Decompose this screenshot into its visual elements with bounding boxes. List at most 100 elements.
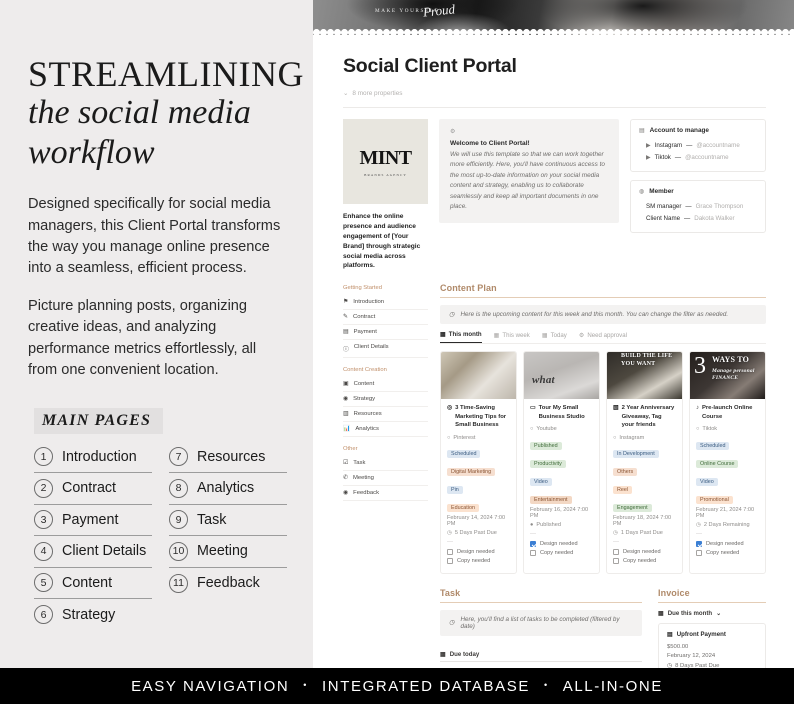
platform-label: Pinterest <box>453 434 476 441</box>
page-item-content[interactable]: 5 Content <box>34 568 152 600</box>
content-card-platform: ○ Youtube <box>530 425 593 434</box>
content-card-thumbnail: BUILD THE LIFE YOU WANT <box>607 352 682 400</box>
member-row-client[interactable]: Client Name — Dakota Walker <box>639 212 757 224</box>
page-item-label: Content <box>62 574 113 591</box>
tab-today[interactable]: ▦ Today <box>542 331 567 343</box>
content-card[interactable]: 3 WAYS TO Manage personal FINANCE ♪ Pre-… <box>689 351 766 574</box>
footer-bar: EASY NAVIGATION • INTEGRATED DATABASE • … <box>0 668 794 704</box>
sidebar-item-contract[interactable]: ✎ Contract <box>343 310 428 326</box>
member-name: Dakota Walker <box>694 214 735 222</box>
member-card: ◍ Member SM manager — Grace Thompson Cli… <box>630 180 766 233</box>
invoice-section: Invoice ▦ Due this month ⌄ ▤ Upfront Pay… <box>658 588 766 668</box>
more-properties-toggle[interactable]: ⌄ 8 more properties <box>343 89 766 98</box>
content-card[interactable]: ◎ 3 Time-Saving Marketing Tips for Small… <box>440 351 517 574</box>
sidebar-item-label: Feedback <box>353 490 380 497</box>
page-number-badge: 8 <box>169 478 188 498</box>
accounts-card: ▤ Account to manage ▶ Instagram — @accou… <box>630 119 766 172</box>
sidebar-item-label: Meeting <box>352 475 374 482</box>
tab-need-approval[interactable]: ⚙ Need approval <box>579 331 627 343</box>
account-name: Instagram <box>654 141 683 149</box>
cover-banner: MAKE YOURSELF Proud <box>313 0 794 35</box>
invoice-filter[interactable]: ▦ Due this month ⌄ <box>658 610 766 617</box>
sidebar-item-label: Task <box>353 460 366 467</box>
card-icon: ▤ <box>343 329 349 336</box>
checkbox-design-needed[interactable]: Design needed <box>447 547 510 556</box>
account-name: Tiktok <box>654 153 671 161</box>
content-plan-callout: ◷ Here is the upcoming content for this … <box>440 305 766 325</box>
content-card-date: February 21, 2024 7:00 PM <box>696 507 755 520</box>
checkbox-label: Copy needed <box>540 550 574 556</box>
page-item-strategy[interactable]: 6 Strategy <box>34 599 152 631</box>
sidebar-item-analytics[interactable]: 📊 Analytics <box>343 422 428 438</box>
person-icon: ◍ <box>639 189 645 195</box>
sidebar-group-label-content-creation: Content Creation <box>343 367 387 374</box>
invoice-card[interactable]: ▤ Upfront Payment $500.00 February 12, 2… <box>658 622 766 668</box>
brand-subtext: BRANDS AGENCY <box>364 172 407 177</box>
headline-caps: STREAMLINING <box>28 54 304 94</box>
tag-badge: Others <box>613 467 638 476</box>
account-row-instagram[interactable]: ▶ Instagram — @accountname <box>639 139 757 151</box>
book-icon: ▥ <box>343 411 349 418</box>
content-card-thumbnail: 3 WAYS TO Manage personal FINANCE <box>690 352 765 400</box>
page-number-badge: 7 <box>169 447 188 467</box>
task-callout: ◷ Here, you'll find a list of tasks to b… <box>440 609 642 636</box>
checkbox-label: Copy needed <box>706 550 740 556</box>
page-number-badge: 10 <box>169 541 188 561</box>
page-item-payment[interactable]: 3 Payment <box>34 505 152 537</box>
brand-wordmark: MINT <box>359 146 412 169</box>
sidebar-item-resources[interactable]: ▥ Resources <box>343 407 428 423</box>
content-card-body: ♪ Pre-launch Online Course ○ Tiktok Sche… <box>690 399 765 564</box>
brand-caption: Enhance the online presence and audience… <box>343 213 421 270</box>
member-row-manager[interactable]: SM manager — Grace Thompson <box>639 200 757 212</box>
invoice-due: ◷ 8 Days Past Due <box>667 661 757 668</box>
clock-icon: ◷ <box>613 530 618 537</box>
sidebar-item-introduction[interactable]: ⚑ Introduction <box>343 295 428 311</box>
due-label: 2 Days Remaining <box>703 521 750 528</box>
platform-label: Youtube <box>536 426 557 433</box>
page-item-analytics[interactable]: 8 Analytics <box>169 473 287 505</box>
content-plan-tabs: ▦ This month ▦ This week ▦ Today ⚙ Need … <box>440 331 766 345</box>
calendar-icon: ▦ <box>658 609 664 617</box>
content-card-body: ◎ 3 Time-Saving Marketing Tips for Small… <box>441 399 516 573</box>
checkbox-copy-needed[interactable]: Copy needed <box>613 557 676 566</box>
sidebar-group-label-other: Other <box>343 446 358 453</box>
clock-icon: ◷ <box>449 619 455 627</box>
sidebar-item-strategy[interactable]: ◉ Strategy <box>343 392 428 408</box>
content-card[interactable]: what ▭ Tour My Small Business Studio ○ Y… <box>523 351 600 574</box>
page-item-meeting[interactable]: 10 Meeting <box>169 536 287 568</box>
sidebar-item-meeting[interactable]: ✆ Meeting <box>343 471 428 487</box>
page-number-badge: 9 <box>169 510 188 530</box>
page-item-feedback[interactable]: 11 Feedback <box>169 568 287 600</box>
checkbox-copy-needed[interactable]: Copy needed <box>447 557 510 566</box>
checkbox-copy-needed[interactable]: Copy needed <box>696 548 759 557</box>
page-item-contract[interactable]: 2 Contract <box>34 473 152 505</box>
checkbox-design-needed[interactable]: Design needed <box>696 539 759 548</box>
tab-this-week[interactable]: ▦ This week <box>494 331 530 343</box>
page-item-resources[interactable]: 7 Resources <box>169 442 287 474</box>
sidebar-item-feedback[interactable]: ◉ Feedback <box>343 486 428 502</box>
status-badge: Scheduled <box>696 441 730 450</box>
sidebar-item-content[interactable]: ▣ Content <box>343 377 428 393</box>
sidebar-item-payment[interactable]: ▤ Payment <box>343 325 428 341</box>
content-card[interactable]: BUILD THE LIFE YOU WANT ▧ 2 Year Anniver… <box>606 351 683 574</box>
section-heading-task: Task <box>440 587 461 598</box>
checkbox-copy-needed[interactable]: Copy needed <box>530 548 593 557</box>
page-item-client-details[interactable]: 4 Client Details <box>34 536 152 568</box>
task-group-due-today[interactable]: ▦ Due today <box>440 651 642 662</box>
checkbox-design-needed[interactable]: Design needed <box>530 539 593 548</box>
overview-row: MINT BRANDS AGENCY Enhance the online pr… <box>343 119 766 271</box>
page-icon: ▶ <box>646 142 651 149</box>
thumbnail-caption: what <box>532 374 555 387</box>
sidebar-item-client-details[interactable]: ⓘ Client Details <box>343 340 428 359</box>
page-number-badge: 1 <box>34 447 53 467</box>
tab-this-month[interactable]: ▦ This month <box>440 331 482 344</box>
sidebar-item-task[interactable]: ☑ Task <box>343 456 428 472</box>
account-row-tiktok[interactable]: ▶ Tiktok — @accountname <box>639 151 757 163</box>
page-item-task[interactable]: 9 Task <box>169 505 287 537</box>
page-item-introduction[interactable]: 1 Introduction <box>34 442 152 474</box>
content-card-date: February 16, 2024 7:00 PM <box>530 507 589 520</box>
tag-badge: Digital Marketing <box>447 467 496 476</box>
content-card-title-row: ♪ Pre-launch Online Course <box>696 404 759 421</box>
checkbox-design-needed[interactable]: Design needed <box>613 547 676 556</box>
invoice-filter-label: Due this month <box>667 609 713 617</box>
